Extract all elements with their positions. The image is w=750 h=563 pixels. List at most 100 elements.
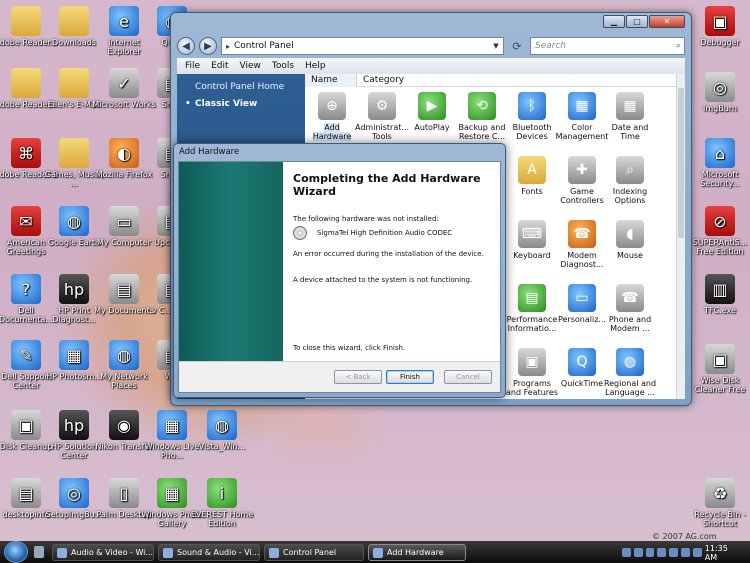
search-input[interactable]: Search ⌕	[530, 37, 685, 55]
scrollbar-thumb[interactable]	[678, 88, 684, 238]
tray-icon[interactable]	[669, 548, 679, 557]
bluetooth-icon: ᛒ	[518, 92, 546, 120]
desktop-icon-debugger[interactable]: ▣ Debugger	[688, 6, 750, 47]
desktop-icon-recycle-bin[interactable]: ♻ Recycle Bin - Shortcut	[688, 478, 750, 528]
disk-icon: ▣	[705, 344, 735, 374]
volume-icon[interactable]	[692, 548, 702, 557]
dialog-footer: < Back Finish Cancel	[179, 361, 500, 392]
network-icon: ◍	[109, 340, 139, 370]
cancel-button[interactable]: Cancel	[444, 370, 492, 384]
address-dropdown-icon[interactable]: ▼	[489, 38, 503, 54]
minimize-button[interactable]: ▁	[603, 15, 625, 28]
menu-help[interactable]: Help	[305, 61, 326, 71]
app-icon: ▤	[11, 478, 41, 508]
folder-icon	[59, 68, 89, 98]
folder-icon	[59, 6, 89, 36]
cp-item-programs-features[interactable]: ▣ Programs and Features	[505, 348, 559, 397]
maximize-button[interactable]: □	[626, 15, 648, 28]
forward-button[interactable]: ▶	[199, 37, 217, 55]
vertical-scrollbar[interactable]	[676, 74, 685, 399]
cp-item-backup-restore[interactable]: ⟲ Backup and Restore C...	[455, 92, 509, 141]
cp-item-add-hardware[interactable]: ⊕ Add Hardware	[305, 92, 359, 141]
desktop-icon-wise-disk-cleaner[interactable]: ▣ Wise Disk Cleaner Free	[688, 344, 750, 394]
window-controls: ▁ □ ✕	[603, 15, 685, 28]
refresh-icon[interactable]: ⟳	[508, 37, 526, 55]
finish-instruction: To close this wizard, click Finish.	[293, 344, 406, 352]
disk-icon: ▣	[11, 410, 41, 440]
cp-item-quicktime[interactable]: Q QuickTime	[555, 348, 609, 388]
tray-icon[interactable]	[657, 548, 667, 557]
desktop-icon-vista-win[interactable]: ◍ Vista_Win...	[190, 410, 254, 451]
cp-item-modem-diagnostics[interactable]: ☎ Modem Diagnost...	[555, 220, 609, 269]
quick-launch-icon[interactable]	[34, 546, 44, 558]
desktop-icon-imgburn[interactable]: ◎ ImgBurn	[688, 72, 750, 113]
classic-view-link[interactable]: Classic View	[185, 99, 305, 109]
control-panel-home-link[interactable]: Control Panel Home	[195, 82, 305, 92]
cp-item-administrative-tools[interactable]: ⚙ Administrat... Tools	[355, 92, 409, 141]
close-button[interactable]: ✕	[649, 15, 685, 28]
indexing-icon: ⌕	[616, 156, 644, 184]
cd-icon	[293, 226, 307, 240]
recycle-icon: ♻	[705, 478, 735, 508]
cp-item-mouse[interactable]: ◖ Mouse	[603, 220, 657, 260]
cp-item-phone-modem[interactable]: ☎ Phone and Modem ...	[603, 284, 657, 333]
tray-icon[interactable]	[645, 548, 655, 557]
wizard-side-banner	[179, 162, 283, 361]
menu-edit[interactable]: Edit	[211, 61, 228, 71]
photo-icon: ▦	[157, 410, 187, 440]
cp-item-personalization[interactable]: ▭ Personaliz...	[555, 284, 609, 324]
system-tray: 11:35 AM	[622, 544, 746, 562]
taskbar: Audio & Video - Wi... Sound & Audio - Vi…	[0, 541, 750, 563]
tray-icon[interactable]	[622, 548, 631, 557]
hp-icon: hp	[59, 410, 89, 440]
pdf-icon: ⌘	[11, 138, 41, 168]
desktop-icon-superantispyware[interactable]: ⊘ SUPERAntiS... Free Edition	[688, 206, 750, 256]
menu-view[interactable]: View	[240, 61, 261, 71]
disc-icon: ◎	[705, 72, 735, 102]
fonts-icon: A	[518, 156, 546, 184]
clock[interactable]: 11:35 AM	[705, 544, 742, 562]
column-name[interactable]: Name	[305, 74, 357, 87]
back-button[interactable]: < Back	[334, 370, 382, 384]
hardware-row: SigmaTel High Definition Audio CODEC	[293, 226, 492, 240]
taskbar-button-audio-video[interactable]: Audio & Video - Wi...	[52, 544, 154, 561]
cp-item-fonts[interactable]: A Fonts	[505, 156, 559, 196]
cp-item-bluetooth[interactable]: ᛒ Bluetooth Devices	[505, 92, 559, 141]
tray-icon[interactable]	[633, 548, 643, 557]
desktop-icon-microsoft-security[interactable]: ⌂ Microsoft Security...	[688, 138, 750, 188]
gamepad-icon: ✚	[568, 156, 596, 184]
cp-item-regional-language[interactable]: ◍ Regional and Language ...	[603, 348, 657, 397]
cp-item-keyboard[interactable]: ⌨ Keyboard	[505, 220, 559, 260]
desktop-icon-everest[interactable]: i EVEREST Home Edition	[190, 478, 254, 528]
finish-button[interactable]: Finish	[386, 370, 434, 384]
taskbar-button-add-hardware[interactable]: Add Hardware	[368, 544, 466, 561]
not-functioning-text: A device attached to the system is not f…	[293, 276, 473, 284]
desktop-icon-tfc[interactable]: ▥ TFC.exe	[688, 274, 750, 315]
shield-icon: ⊘	[705, 206, 735, 236]
taskbar-button-control-panel[interactable]: Control Panel	[264, 544, 364, 561]
dialog-body: Completing the Add Hardware Wizard The f…	[178, 161, 501, 393]
column-category[interactable]: Category	[357, 74, 412, 87]
start-button[interactable]	[4, 541, 28, 563]
cp-item-indexing-options[interactable]: ⌕ Indexing Options	[603, 156, 657, 205]
address-bar[interactable]: ▸ Control Panel ▼	[221, 37, 504, 55]
taskbar-button-sound-audio[interactable]: Sound & Audio - Vi...	[158, 544, 260, 561]
back-button[interactable]: ◀	[177, 37, 195, 55]
cp-item-performance[interactable]: ▤ Performance Informatio...	[505, 284, 559, 333]
card-icon: ✉	[11, 206, 41, 236]
hp-icon: hp	[59, 274, 89, 304]
not-installed-text: The following hardware was not installed…	[293, 215, 439, 223]
cp-item-date-time[interactable]: ▦ Date and Time	[603, 92, 657, 141]
network-icon[interactable]	[681, 548, 690, 557]
menu-file[interactable]: File	[185, 61, 200, 71]
cp-item-color-management[interactable]: ▦ Color Management	[555, 92, 609, 141]
keyboard-icon: ⌨	[518, 220, 546, 248]
trash-icon: ▥	[705, 274, 735, 304]
modem-icon: ☎	[568, 220, 596, 248]
quicktime-icon: Q	[568, 348, 596, 376]
cp-item-game-controllers[interactable]: ✚ Game Controllers	[555, 156, 609, 205]
menu-bar: File Edit View Tools Help	[177, 58, 685, 74]
menu-tools[interactable]: Tools	[272, 61, 294, 71]
cp-item-autoplay[interactable]: ▶ AutoPlay	[405, 92, 459, 132]
color-management-icon: ▦	[568, 92, 596, 120]
